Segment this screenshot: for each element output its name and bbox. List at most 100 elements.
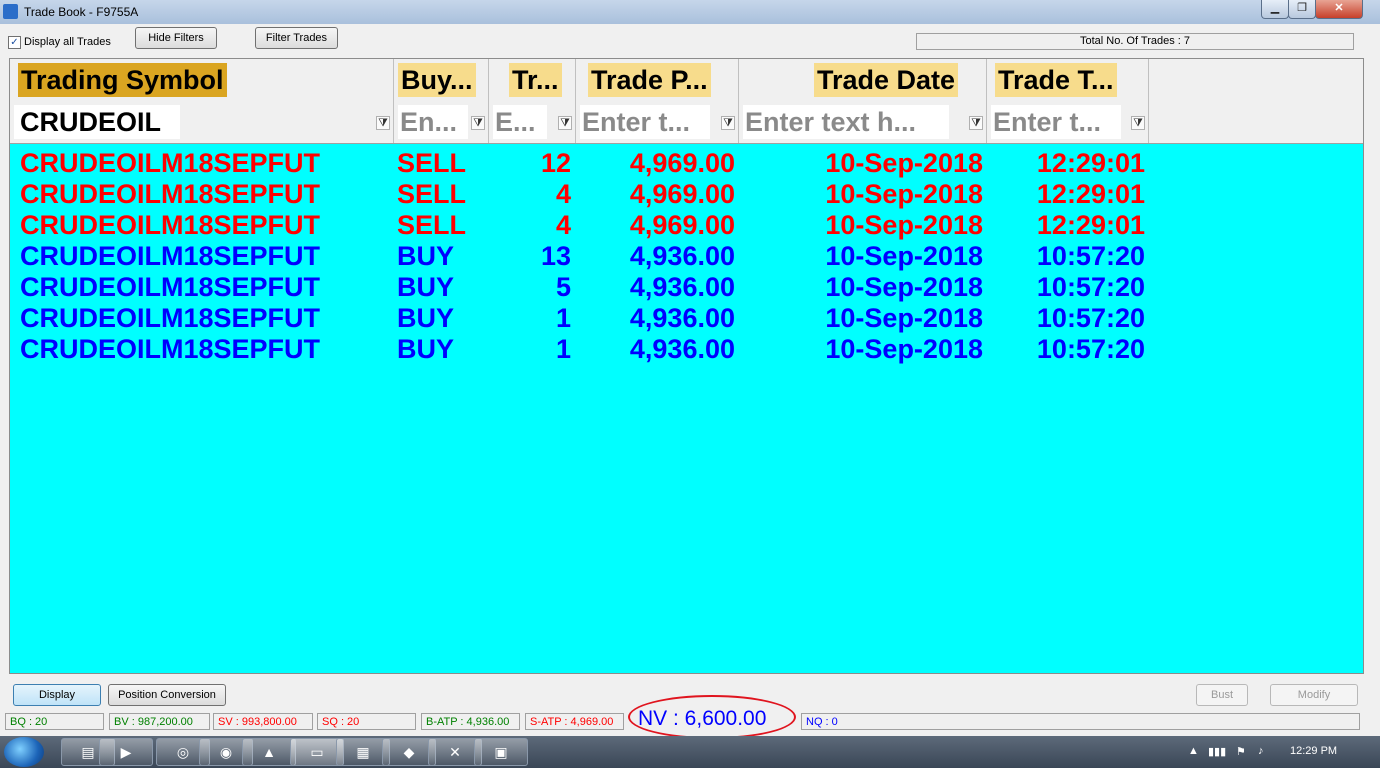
cell-symbol: CRUDEOILM18SEPFUT xyxy=(20,210,321,240)
cell-side: BUY xyxy=(397,334,455,364)
bust-button[interactable]: Bust xyxy=(1196,684,1248,706)
cell-date: 10-Sep-2018 xyxy=(825,179,983,209)
signal-icon[interactable]: ▮▮▮ xyxy=(1208,745,1226,758)
column-header-trade-time[interactable]: Trade T... xyxy=(987,59,1149,101)
column-header-trade-qty[interactable]: Tr... xyxy=(489,59,576,101)
filter-cell-buy-sell: En... ⧩ xyxy=(394,101,489,143)
app-icon xyxy=(3,4,18,19)
volume-icon[interactable]: ♪ xyxy=(1258,745,1264,757)
filter-input-buy-sell[interactable]: En... xyxy=(398,105,468,139)
toolbar: ✓ Display all Trades Hide Filters Filter… xyxy=(0,24,1380,56)
taskbar: ▤ ▶ ◎ ◉ ▲ ▭ ▦ ◆ ✕ ▣ ▲ ▮▮▮ ⚑ ♪ 12:29 PM xyxy=(0,736,1380,768)
sell-qty-status: SQ : 20 xyxy=(317,713,416,730)
status-bar: BQ : 20 BV : 987,200.00 SV : 993,800.00 … xyxy=(0,695,1380,739)
filter-cell-trade-price: Enter t... ⧩ xyxy=(576,101,739,143)
table-row[interactable]: CRUDEOILM18SEPFUT SELL 4 4,969.00 10-Sep… xyxy=(10,210,1363,241)
filter-input-trade-price[interactable]: Enter t... xyxy=(580,105,710,139)
column-header-trade-price[interactable]: Trade P... xyxy=(576,59,739,101)
filter-cell-trade-time: Enter t... ⧩ xyxy=(987,101,1149,143)
cell-date: 10-Sep-2018 xyxy=(825,334,983,364)
cell-price: 4,936.00 xyxy=(629,334,735,364)
funnel-icon[interactable]: ⧩ xyxy=(471,116,485,130)
window-app-icon[interactable]: ▣ xyxy=(474,738,528,766)
modify-button[interactable]: Modify xyxy=(1270,684,1358,706)
start-button-icon[interactable] xyxy=(4,737,44,767)
maximize-button[interactable]: ❐ xyxy=(1288,0,1316,19)
column-header-trading-symbol[interactable]: Trading Symbol xyxy=(10,59,394,101)
funnel-icon[interactable]: ⧩ xyxy=(376,116,390,130)
cell-date: 10-Sep-2018 xyxy=(825,210,983,240)
cell-symbol: CRUDEOILM18SEPFUT xyxy=(20,334,321,364)
cell-time: 10:57:20 xyxy=(1036,334,1145,364)
cell-symbol: CRUDEOILM18SEPFUT xyxy=(20,241,321,271)
cell-symbol: CRUDEOILM18SEPFUT xyxy=(20,179,321,209)
filter-cell-trade-date: Enter text h... ⧩ xyxy=(739,101,987,143)
display-all-checkbox[interactable]: ✓ xyxy=(8,36,21,49)
buy-value-status: BV : 987,200.00 xyxy=(109,713,210,730)
cell-qty: 13 xyxy=(540,241,571,271)
cell-price: 4,969.00 xyxy=(629,179,735,209)
cell-side: SELL xyxy=(397,210,467,240)
buy-atp-status: B-ATP : 4,936.00 xyxy=(421,713,520,730)
tray-up-arrow-icon[interactable]: ▲ xyxy=(1188,745,1199,757)
cell-side: BUY xyxy=(397,272,455,302)
table-row[interactable]: CRUDEOILM18SEPFUT SELL 4 4,969.00 10-Sep… xyxy=(10,179,1363,210)
cell-side: SELL xyxy=(397,179,467,209)
cell-symbol: CRUDEOILM18SEPFUT xyxy=(20,148,321,178)
cell-date: 10-Sep-2018 xyxy=(825,241,983,271)
cell-qty: 1 xyxy=(555,334,571,364)
cell-time: 12:29:01 xyxy=(1036,210,1145,240)
filter-cell-trade-qty: E... ⧩ xyxy=(489,101,576,143)
cell-date: 10-Sep-2018 xyxy=(825,148,983,178)
window-title: Trade Book - F9755A xyxy=(24,5,139,19)
close-button[interactable]: ✕ xyxy=(1315,0,1363,19)
cell-price: 4,936.00 xyxy=(629,272,735,302)
funnel-icon[interactable]: ⧩ xyxy=(969,116,983,130)
table-row[interactable]: CRUDEOILM18SEPFUT BUY 1 4,936.00 10-Sep-… xyxy=(10,303,1363,334)
cell-date: 10-Sep-2018 xyxy=(825,272,983,302)
cell-qty: 5 xyxy=(555,272,571,302)
table-row[interactable]: CRUDEOILM18SEPFUT BUY 5 4,936.00 10-Sep-… xyxy=(10,272,1363,303)
media-player-icon[interactable]: ▶ xyxy=(99,738,153,766)
cell-side: BUY xyxy=(397,241,455,271)
filter-input-trading-symbol[interactable]: CRUDEOIL xyxy=(14,105,180,139)
filter-input-trade-qty[interactable]: E... xyxy=(493,105,547,139)
triangle-app-icon[interactable]: ▲ xyxy=(242,738,296,766)
total-trades-count: Total No. Of Trades : 7 xyxy=(916,33,1354,50)
grid-header: Trading Symbol Buy... Tr... Trade P... T… xyxy=(10,59,1363,101)
display-all-label: Display all Trades xyxy=(24,36,111,48)
funnel-icon[interactable]: ⧩ xyxy=(721,116,735,130)
cell-price: 4,936.00 xyxy=(629,241,735,271)
clock[interactable]: 12:29 PM xyxy=(1290,745,1337,757)
buy-qty-status: BQ : 20 xyxy=(5,713,104,730)
cell-price: 4,969.00 xyxy=(629,210,735,240)
hide-filters-button[interactable]: Hide Filters xyxy=(135,27,217,49)
table-row[interactable]: CRUDEOILM18SEPFUT BUY 13 4,936.00 10-Sep… xyxy=(10,241,1363,272)
title-bar: Trade Book - F9755A ▁ ❐ ✕ xyxy=(0,0,1380,24)
flag-icon[interactable]: ⚑ xyxy=(1236,745,1246,758)
cell-qty: 4 xyxy=(555,179,571,209)
filter-trades-button[interactable]: Filter Trades xyxy=(255,27,338,49)
trade-grid: Trading Symbol Buy... Tr... Trade P... T… xyxy=(9,58,1364,674)
table-row[interactable]: CRUDEOILM18SEPFUT SELL 12 4,969.00 10-Se… xyxy=(10,148,1363,179)
cell-time: 12:29:01 xyxy=(1036,179,1145,209)
cell-side: BUY xyxy=(397,303,455,333)
cell-time: 10:57:20 xyxy=(1036,241,1145,271)
net-qty-status: NQ : 0 xyxy=(801,713,1360,730)
minimize-button[interactable]: ▁ xyxy=(1261,0,1289,19)
cell-side: SELL xyxy=(397,148,467,178)
filter-input-trade-time[interactable]: Enter t... xyxy=(991,105,1121,139)
net-value-highlight: NV : 6,600.00 xyxy=(628,695,796,739)
position-conversion-button[interactable]: Position Conversion xyxy=(108,684,226,706)
column-header-trade-date[interactable]: Trade Date xyxy=(739,59,987,101)
funnel-icon[interactable]: ⧩ xyxy=(1131,116,1145,130)
cell-time: 10:57:20 xyxy=(1036,272,1145,302)
filter-input-trade-date[interactable]: Enter text h... xyxy=(743,105,949,139)
cell-date: 10-Sep-2018 xyxy=(825,303,983,333)
sell-value-status: SV : 993,800.00 xyxy=(213,713,313,730)
sell-atp-status: S-ATP : 4,969.00 xyxy=(525,713,624,730)
column-header-buy-sell[interactable]: Buy... xyxy=(394,59,489,101)
display-button[interactable]: Display xyxy=(13,684,101,706)
funnel-icon[interactable]: ⧩ xyxy=(558,116,572,130)
table-row[interactable]: CRUDEOILM18SEPFUT BUY 1 4,936.00 10-Sep-… xyxy=(10,334,1363,365)
